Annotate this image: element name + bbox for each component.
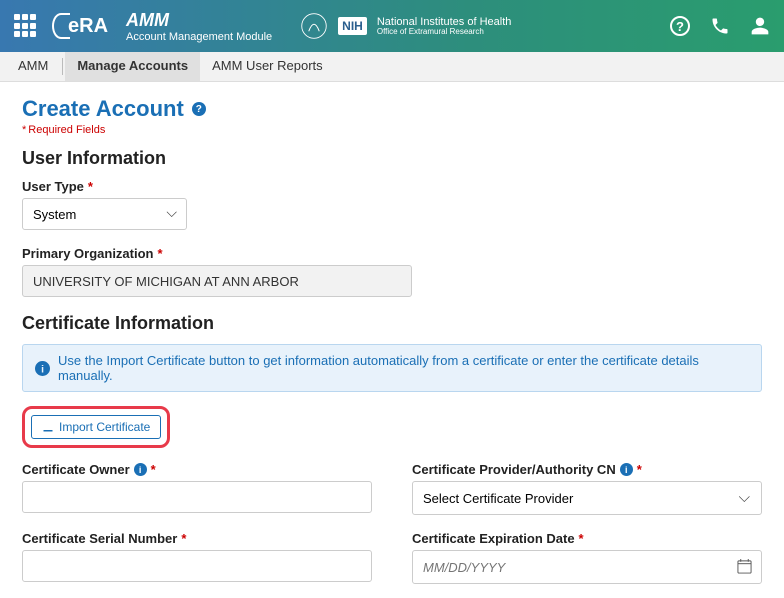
hhs-seal-icon — [300, 12, 328, 40]
import-highlight-box: Import Certificate — [22, 406, 170, 448]
cert-provider-help-icon[interactable]: i — [620, 463, 633, 476]
era-logo: eRA — [52, 13, 108, 39]
agency-logos: NIH National Institutes of Health Office… — [300, 12, 511, 40]
cert-serial-label: Certificate Serial Number* — [22, 531, 372, 546]
svg-text:i: i — [41, 364, 44, 375]
info-icon: i — [35, 361, 50, 376]
download-icon — [42, 421, 54, 433]
cert-provider-label: Certificate Provider/Authority CN i * — [412, 462, 762, 477]
nih-badge: NIH — [338, 17, 367, 35]
tab-bar: AMM Manage Accounts AMM User Reports — [0, 52, 784, 82]
tab-amm[interactable]: AMM — [6, 52, 60, 81]
page-title: Create Account ? — [22, 96, 762, 122]
import-certificate-button[interactable]: Import Certificate — [31, 415, 161, 439]
user-icon[interactable] — [750, 16, 770, 36]
cert-owner-input[interactable] — [22, 481, 372, 513]
cert-serial-input[interactable] — [22, 550, 372, 582]
required-note: Required Fields — [22, 124, 762, 136]
title-help-icon[interactable]: ? — [192, 102, 206, 116]
nih-text: National Institutes of Health Office of … — [377, 16, 512, 37]
top-bar: eRA AMM Account Management Module NIH Na… — [0, 0, 784, 52]
primary-org-value: UNIVERSITY OF MICHIGAN AT ANN ARBOR — [22, 265, 412, 297]
tab-manage-accounts[interactable]: Manage Accounts — [65, 52, 200, 81]
cert-exp-input[interactable] — [412, 550, 762, 584]
section-cert-info: Certificate Information — [22, 313, 762, 334]
primary-org-label: Primary Organization* — [22, 246, 762, 261]
cert-owner-help-icon[interactable]: i — [134, 463, 147, 476]
cert-provider-select[interactable]: Select Certificate Provider — [412, 481, 762, 515]
cert-exp-label: Certificate Expiration Date* — [412, 531, 762, 546]
tab-user-reports[interactable]: AMM User Reports — [200, 52, 335, 81]
content-area: Create Account ? Required Fields User In… — [0, 82, 784, 598]
apps-grid-icon[interactable] — [14, 14, 38, 38]
user-type-select[interactable]: System — [22, 198, 187, 230]
help-icon[interactable]: ? — [670, 16, 690, 36]
section-user-info: User Information — [22, 148, 762, 169]
phone-icon[interactable] — [710, 16, 730, 36]
cert-info-banner: i Use the Import Certificate button to g… — [22, 344, 762, 392]
cert-owner-label: Certificate Owner i * — [22, 462, 372, 477]
user-type-label: User Type* — [22, 179, 762, 194]
app-title: AMM Account Management Module — [126, 10, 272, 43]
